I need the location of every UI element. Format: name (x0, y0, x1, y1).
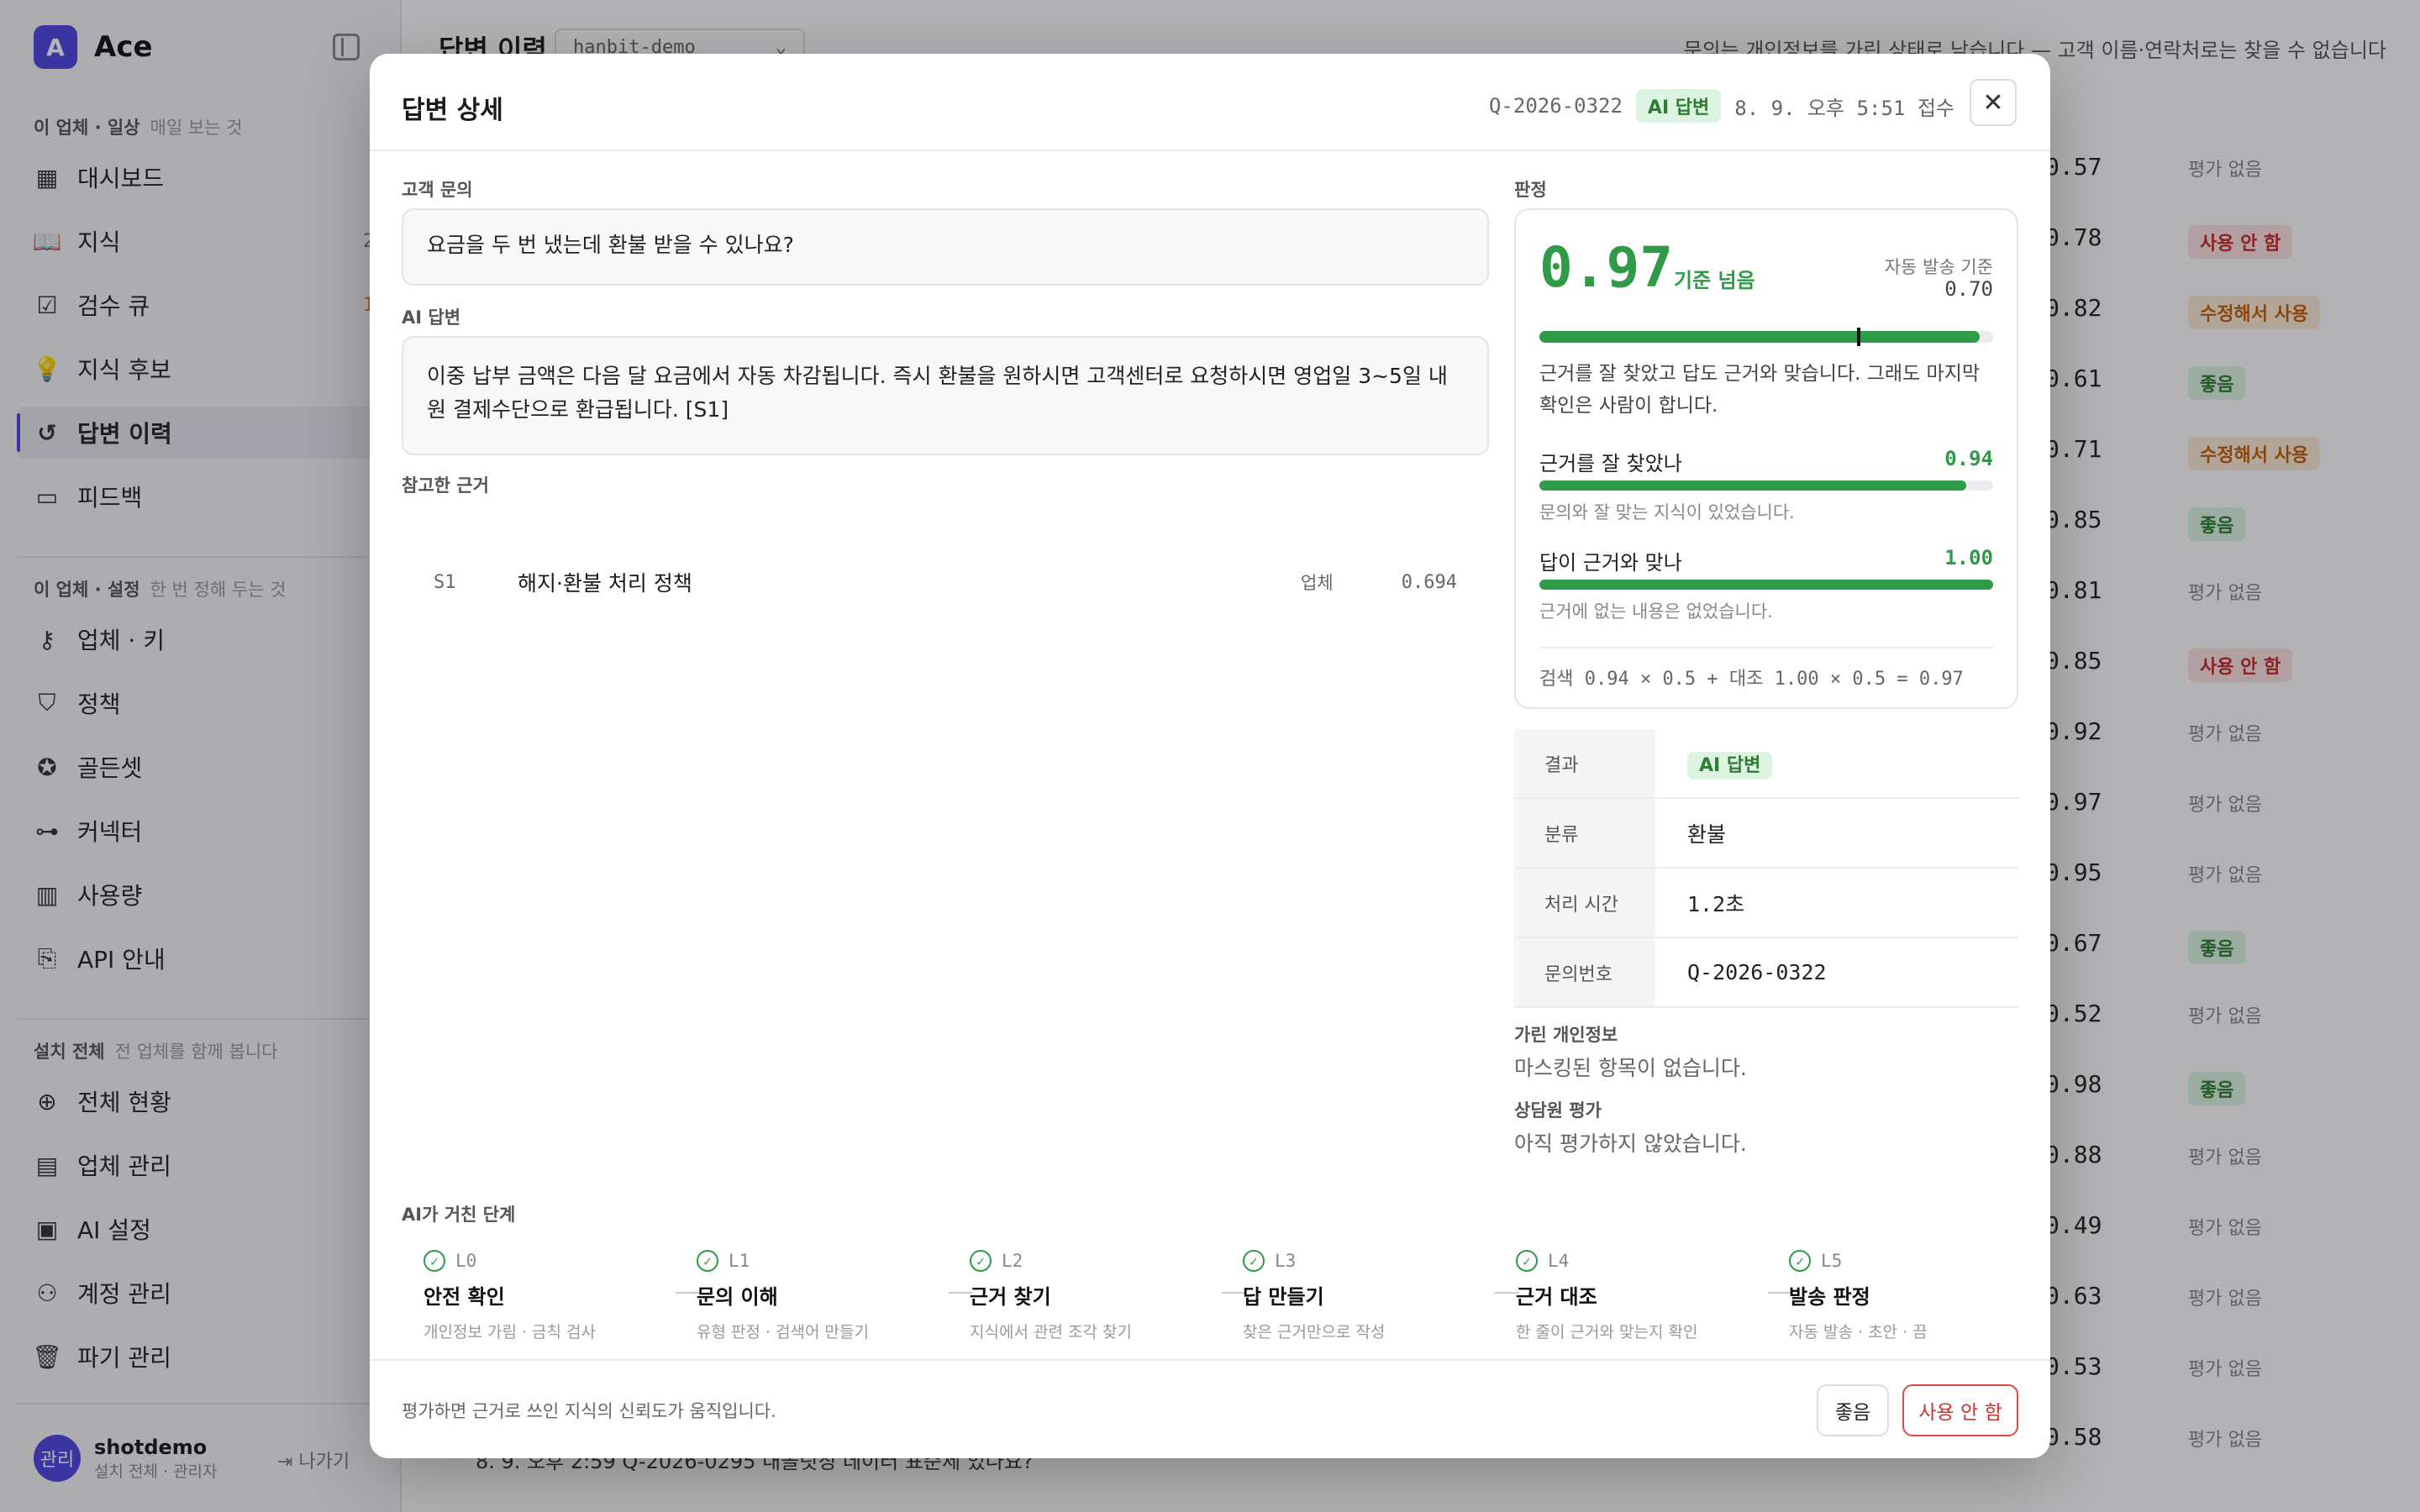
step-name: 문의 이해 (697, 1285, 778, 1309)
step-desc: 찾은 근거만으로 작성 (1243, 1323, 1386, 1341)
info-value: 1.2초 (1687, 891, 1745, 916)
step-connector (1222, 1292, 1245, 1294)
metric-grounding-value: 1.00 (1944, 546, 1993, 570)
source-tag: 업체 (1301, 573, 1334, 593)
header-divider (370, 150, 2050, 151)
verdict-divider (1539, 647, 1993, 648)
info-value: 환불 (1687, 822, 1727, 847)
pii-label: 가린 개인정보 (1514, 1025, 1618, 1045)
pipeline-step: ✓ L3 답 만들기찾은 근거만으로 작성 (1243, 1250, 1495, 1342)
step-code: L3 (1275, 1251, 1297, 1271)
step-desc: 유형 판정 · 검색어 만들기 (697, 1323, 869, 1341)
info-row-time: 처리 시간 1.2초 (1514, 869, 2018, 938)
pipeline-step: ✓ L1 문의 이해유형 판정 · 검색어 만들기 (697, 1250, 949, 1342)
metric-retrieval-sub: 문의와 잘 맞는 지식이 있었습니다. (1539, 502, 1795, 522)
step-code: L2 (1002, 1251, 1023, 1271)
verdict-score: 0.97 (1539, 235, 1673, 300)
info-key: 문의번호 (1514, 938, 1655, 1006)
info-value: Q-2026-0322 (1687, 960, 1827, 984)
info-row-inquiry-id: 문의번호 Q-2026-0322 (1514, 938, 2018, 1008)
pipeline-step: ✓ L2 근거 찾기지식에서 관련 조각 찾기 (970, 1250, 1222, 1342)
close-button[interactable]: ✕ (1970, 79, 2017, 126)
step-name: 발송 판정 (1789, 1285, 1870, 1309)
metric-retrieval-name: 근거를 잘 찾았나 (1539, 452, 1682, 475)
score-bar-fill (1539, 331, 1980, 343)
step-desc: 지식에서 관련 조각 찾기 (970, 1323, 1132, 1341)
verdict-pass: 기준 넘음 (1674, 269, 1755, 292)
verdict-description: 근거를 잘 찾았고 답도 근거와 맞습니다. 그래도 마지막 확인은 사람이 합… (1539, 363, 1981, 417)
modal-meta: Q-2026-0322 AI 답변 8. 9. 오후 5:51 접수 (1489, 89, 1954, 123)
step-code: L1 (729, 1251, 750, 1271)
check-icon: ✓ (697, 1250, 718, 1272)
inquiry-id: Q-2026-0322 (1488, 94, 1623, 118)
step-name: 근거 찾기 (970, 1285, 1051, 1309)
step-code: L4 (1548, 1251, 1570, 1271)
score-bar (1539, 328, 1993, 346)
info-row-result: 결과 AI 답변 (1514, 729, 2018, 799)
threshold-value: 0.70 (1944, 277, 1993, 301)
question-text: 요금을 두 번 냈는데 환불 받을 수 있나요? (402, 208, 1489, 286)
rate-reject-button[interactable]: 사용 안 함 (1902, 1384, 2018, 1436)
modal-title: 답변 상세 (402, 96, 503, 125)
threshold-label: 자동 발송 기준 (1884, 257, 1993, 277)
pipeline-step: ✓ L4 근거 대조한 줄이 근거와 맞는지 확인 (1516, 1250, 1768, 1342)
pii-value: 마스킹된 항목이 없습니다. (1514, 1056, 1747, 1080)
metric-retrieval-value: 0.94 (1944, 447, 1993, 470)
answer-detail-modal: 답변 상세 Q-2026-0322 AI 답변 8. 9. 오후 5:51 접수… (370, 54, 2050, 1458)
info-key: 분류 (1514, 799, 1655, 867)
step-connector (1768, 1292, 1791, 1294)
step-connector (1495, 1292, 1518, 1294)
step-desc: 한 줄이 근거와 맞는지 확인 (1516, 1323, 1698, 1341)
metric-retrieval-bar (1539, 480, 1993, 491)
info-table: 결과 AI 답변 분류 환불 처리 시간 1.2초 문의번호 Q-2026-03… (1514, 729, 2018, 1008)
rate-good-button[interactable]: 좋음 (1817, 1384, 1889, 1436)
footer-divider (370, 1359, 2050, 1361)
check-icon: ✓ (970, 1250, 992, 1272)
verdict-label: 판정 (1514, 180, 1547, 200)
metric-grounding-fill (1539, 580, 1993, 590)
verdict-card: 0.97 기준 넘음 자동 발송 기준 0.70 근거를 잘 찾았고 답도 근거… (1514, 208, 2018, 709)
verdict-formula: 검색 0.94 × 0.5 + 대조 1.00 × 0.5 = 0.97 (1539, 669, 1964, 690)
footer-note: 평가하면 근거로 쓰인 지식의 신뢰도가 움직입니다. (402, 1401, 776, 1421)
answer-text: 이중 납부 금액은 다음 달 요금에서 자동 차감됩니다. 즉시 환불을 원하시… (402, 336, 1489, 455)
answer-label: AI 답변 (402, 307, 461, 328)
metric-retrieval-fill (1539, 480, 1966, 491)
status-badge: AI 답변 (1635, 89, 1722, 123)
sources-label: 참고한 근거 (402, 475, 489, 496)
source-id: S1 (434, 571, 456, 593)
pipeline-step: ✓ L5 발송 판정자동 발송 · 초안 · 끔 (1789, 1250, 2041, 1342)
review-label: 상담원 평가 (1514, 1100, 1602, 1121)
question-label: 고객 문의 (402, 180, 473, 200)
pipeline-step: ✓ L0 안전 확인개인정보 가림 · 금칙 검사 (424, 1250, 676, 1342)
step-code: L5 (1821, 1251, 1843, 1271)
metric-grounding-sub: 근거에 없는 내용은 없었습니다. (1539, 601, 1773, 622)
received-time: 8. 9. 오후 5:51 접수 (1734, 96, 1954, 120)
close-icon: ✕ (1982, 87, 2004, 118)
step-desc: 개인정보 가림 · 금칙 검사 (424, 1323, 596, 1341)
metric-grounding-name: 답이 근거와 맞나 (1539, 551, 1682, 575)
info-row-category: 분류 환불 (1514, 799, 2018, 869)
info-key: 처리 시간 (1514, 869, 1655, 937)
check-icon: ✓ (1789, 1250, 1811, 1272)
step-code: L0 (455, 1251, 477, 1271)
result-badge: AI 답변 (1687, 751, 1773, 780)
step-name: 답 만들기 (1243, 1285, 1324, 1309)
step-name: 안전 확인 (424, 1285, 505, 1309)
step-name: 근거 대조 (1516, 1285, 1597, 1309)
info-key: 결과 (1514, 729, 1655, 797)
threshold-marker (1857, 328, 1860, 346)
review-value: 아직 평가하지 않았습니다. (1514, 1131, 1747, 1156)
check-icon: ✓ (1516, 1250, 1538, 1272)
source-row[interactable]: S1 해지·환불 처리 정책 업체 0.694 (402, 558, 1489, 606)
metric-grounding-bar (1539, 580, 1993, 590)
check-icon: ✓ (1243, 1250, 1265, 1272)
source-name: 해지·환불 처리 정책 (518, 571, 692, 596)
source-score: 0.694 (1401, 571, 1457, 593)
step-connector (676, 1292, 699, 1294)
step-desc: 자동 발송 · 초안 · 끔 (1789, 1323, 1928, 1341)
check-icon: ✓ (424, 1250, 445, 1272)
pipeline-label: AI가 거친 단계 (402, 1205, 516, 1225)
step-connector (949, 1292, 972, 1294)
